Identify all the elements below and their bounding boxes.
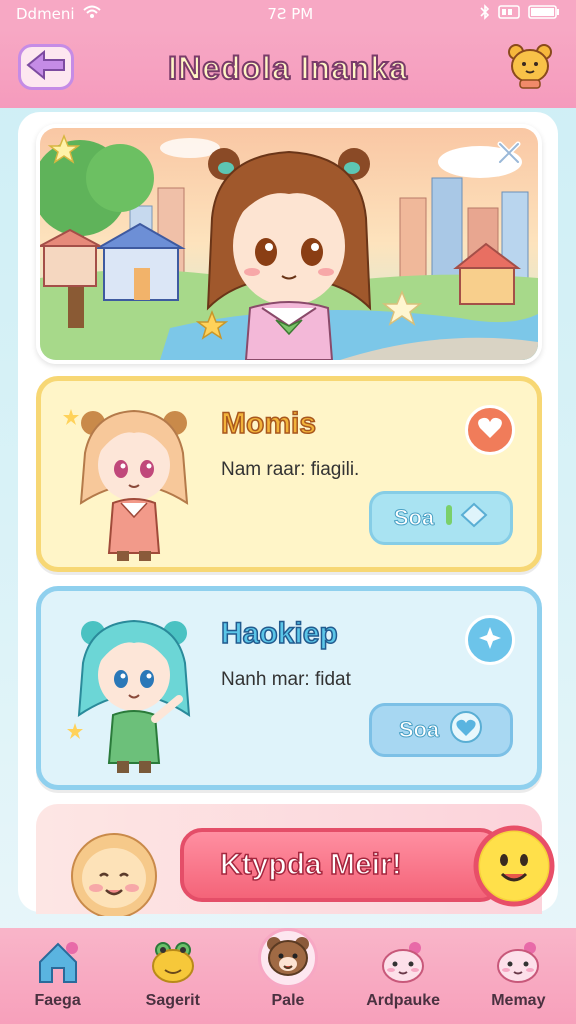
nav-item-ardpauke[interactable]: Ardpauke	[349, 940, 457, 1010]
status-time: 7Ƨ PM	[267, 5, 314, 23]
sparkle-button[interactable]	[465, 615, 515, 665]
pink-pet-icon	[379, 940, 427, 988]
header: INedola Inanka	[0, 28, 576, 108]
character-avatar	[59, 603, 209, 773]
home-icon	[34, 940, 82, 988]
hero-scene	[36, 124, 542, 364]
nav-item-sagerit[interactable]: Sagerit	[119, 940, 227, 1010]
bear-icon	[506, 40, 554, 94]
see-button[interactable]: Soa	[369, 491, 513, 545]
profile-button[interactable]	[504, 40, 556, 94]
pink-pet-icon	[494, 940, 542, 988]
carrier-label: Ddmeni	[16, 5, 75, 23]
smile-button[interactable]	[472, 824, 556, 908]
character-card-1[interactable]: Momis Nam raar: fiagili. Soa	[36, 376, 542, 572]
signal-icon	[498, 5, 520, 23]
nav-item-faega[interactable]: Faega	[4, 940, 112, 1010]
character-name: Haokiep	[220, 616, 338, 651]
character-description: Nanh mar: fidat	[221, 669, 351, 690]
nav-label: Pale	[271, 992, 305, 1009]
heart-bubble-icon	[477, 416, 503, 444]
status-bar: Ddmeni 7Ƨ PM	[0, 0, 576, 28]
action-button[interactable]: Ktypda Meir!	[180, 828, 502, 902]
nav-item-memay[interactable]: Memay	[464, 940, 572, 1010]
bear-icon	[264, 934, 312, 982]
character-name: Momis	[220, 406, 317, 441]
character-card-2[interactable]: Haokiep Nanh mar: fidat Soa	[36, 586, 542, 790]
bluetooth-icon	[480, 4, 490, 24]
smiley-icon	[472, 825, 556, 912]
back-arrow-icon	[26, 49, 66, 84]
nav-label: Memay	[491, 992, 546, 1009]
nav-label: Faega	[34, 992, 81, 1009]
nav-label: Ardpauke	[366, 992, 441, 1009]
frog-icon	[149, 940, 197, 988]
lion-pet-icon	[54, 820, 174, 919]
heart-icon	[449, 710, 483, 750]
character-description: Nam raar: fiagili.	[221, 459, 360, 480]
page-title: INedola Inanka	[167, 49, 408, 87]
see-button-label: Soa	[398, 717, 440, 743]
see-button-label: Soa	[393, 505, 435, 531]
battery-icon	[528, 5, 560, 23]
action-button-label: Ktypda Meir!	[219, 847, 402, 882]
toggle-icon	[444, 502, 488, 534]
wifi-icon	[82, 5, 101, 23]
favorite-button[interactable]	[465, 405, 515, 455]
nav-active-indicator	[257, 928, 318, 988]
character-avatar	[59, 393, 209, 563]
nav-label: Sagerit	[145, 992, 200, 1009]
bottom-nav: Faega Sagerit Pale Ardpauke Memay	[0, 928, 576, 1024]
sparkle-icon	[477, 625, 503, 655]
back-button[interactable]	[18, 44, 74, 90]
close-icon[interactable]	[492, 136, 526, 170]
see-button[interactable]: Soa	[369, 703, 513, 757]
nav-item-pale[interactable]: Pale	[234, 928, 342, 1010]
